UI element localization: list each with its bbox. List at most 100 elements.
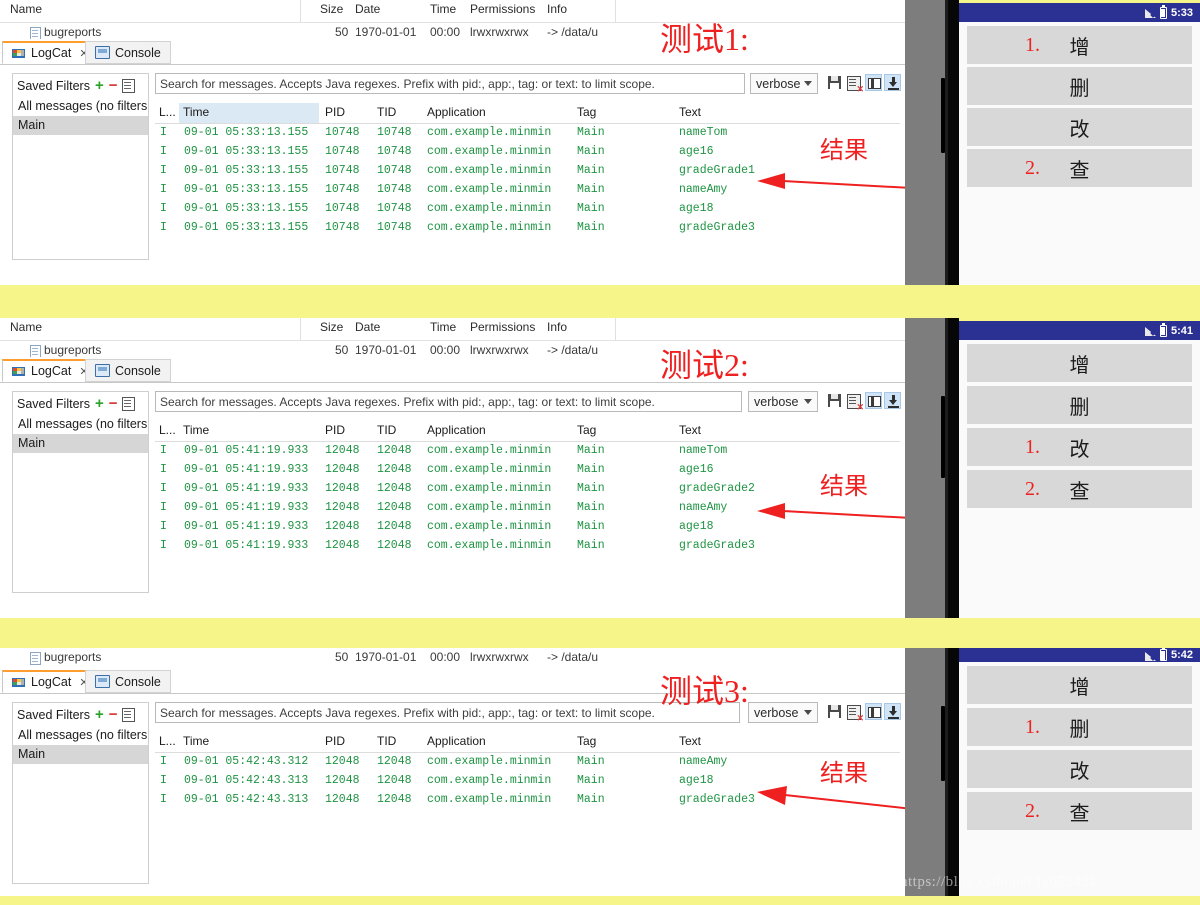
log-row[interactable]: I 09-01 05:33:13.155 10748 10748 com.exa… [155,200,900,219]
filter-item-all[interactable]: All messages (no filters [13,726,148,745]
log-app: com.example.minmin [427,539,552,552]
phone-button-query[interactable]: 2. 查 [967,792,1192,830]
phone-button-delete[interactable]: 1. 删 [967,708,1192,746]
log-row[interactable]: I 09-01 05:42:43.312 12048 12048 com.exa… [155,753,900,772]
saved-filters-pane-1: Saved Filters + − All messages (no filte… [12,73,149,260]
phone-button-add[interactable]: 1. 增 [967,26,1192,64]
phone-button-update[interactable]: 改 [967,750,1192,788]
phone-button-delete[interactable]: 删 [967,67,1192,105]
log-row[interactable]: I 09-01 05:41:19.933 12048 12048 com.exa… [155,537,900,556]
col-pid[interactable]: PID [325,734,345,748]
clear-log-button[interactable] [845,392,864,413]
search-input[interactable]: Search for messages. Accepts Java regexe… [155,391,742,412]
saved-filters-title: Saved Filters [17,396,90,411]
clear-log-button[interactable] [845,703,864,724]
col-level[interactable]: L... [159,105,176,119]
search-input[interactable]: Search for messages. Accepts Java regexe… [155,702,740,723]
scroll-lock-button[interactable] [884,74,901,91]
col-time[interactable]: Time [183,105,209,119]
tab-console-label: Console [115,45,161,60]
log-row[interactable]: I 09-01 05:33:13.155 10748 10748 com.exa… [155,143,900,162]
tab-console[interactable]: Console [85,670,171,693]
phone-button-update[interactable]: 改 [967,108,1192,146]
col-tag[interactable]: Tag [577,423,596,437]
filter-item-all[interactable]: All messages (no filters [13,415,148,434]
annotation-test-title-1: 测试1: [660,21,749,57]
col-tag[interactable]: Tag [577,734,596,748]
col-text[interactable]: Text [679,734,701,748]
edit-filter-icon[interactable] [122,78,136,93]
phone-bezel-1 [947,0,959,285]
col-time[interactable]: Time [183,734,209,748]
col-tid[interactable]: TID [377,423,396,437]
col-level[interactable]: L... [159,423,176,437]
tab-console[interactable]: Console [85,41,171,64]
col-pid[interactable]: PID [325,105,345,119]
add-filter-icon[interactable]: + [95,78,104,93]
log-row[interactable]: I 09-01 05:33:13.155 10748 10748 com.exa… [155,124,900,143]
log-row[interactable]: I 09-01 05:41:19.933 12048 12048 com.exa… [155,461,900,480]
filter-item-all[interactable]: All messages (no filters [13,97,148,116]
log-level-select[interactable]: verbose [748,391,818,412]
phone-button-query[interactable]: 2. 查 [967,149,1192,187]
add-filter-icon[interactable]: + [95,707,104,722]
log-level-select[interactable]: verbose [748,702,818,723]
phone-button-query[interactable]: 2. 查 [967,470,1192,508]
log-app: com.example.minmin [427,183,552,196]
display-saved-filters-button[interactable] [865,74,882,91]
col-text[interactable]: Text [679,105,701,119]
save-log-button[interactable] [826,74,843,91]
col-tag[interactable]: Tag [577,105,596,119]
phone-button-step-number: 1. [1025,435,1040,458]
phone-button-add[interactable]: 增 [967,666,1192,704]
edit-filter-icon[interactable] [122,707,136,722]
filter-item-main[interactable]: Main [13,434,148,453]
volume-button-1[interactable] [941,78,945,153]
remove-filter-icon[interactable]: − [109,707,118,722]
col-level[interactable]: L... [159,734,176,748]
col-app[interactable]: Application [427,105,486,119]
col-text[interactable]: Text [679,423,701,437]
log-row[interactable]: I 09-01 05:41:19.933 12048 12048 com.exa… [155,442,900,461]
log-row[interactable]: I 09-01 05:41:19.933 12048 12048 com.exa… [155,480,900,499]
scroll-lock-button[interactable] [884,703,901,720]
save-log-button[interactable] [826,392,843,409]
volume-button-2[interactable] [941,396,945,478]
remove-filter-icon[interactable]: − [109,396,118,411]
scroll-lock-button[interactable] [884,392,901,409]
display-saved-filters-button[interactable] [865,703,882,720]
tab-console[interactable]: Console [85,359,171,382]
status-bar-time: 5:33 [1170,6,1193,19]
saved-filters-pane-3: Saved Filters + − All messages (no filte… [12,702,149,884]
col-info: Info [547,2,568,16]
file-explorer-row-3[interactable]: bugreports 50 1970-01-01 00:00 lrwxrwxrw… [0,648,905,666]
log-tag: Main [577,539,605,552]
log-level-select[interactable]: verbose [750,73,818,94]
phone-button-delete[interactable]: 删 [967,386,1192,424]
search-input[interactable]: Search for messages. Accepts Java regexe… [155,73,745,94]
save-log-button[interactable] [826,703,843,720]
clear-log-button[interactable] [845,74,864,95]
remove-filter-icon[interactable]: − [109,78,118,93]
col-app[interactable]: Application [427,734,486,748]
col-pid[interactable]: PID [325,423,345,437]
phone-button-add[interactable]: 增 [967,344,1192,382]
filter-item-main[interactable]: Main [13,745,148,764]
col-time[interactable]: Time [183,423,209,437]
log-tid: 10748 [377,183,412,196]
log-tid: 12048 [377,520,412,533]
edit-filter-icon[interactable] [122,396,136,411]
tab-logcat-label: LogCat [31,675,72,689]
volume-button-3[interactable] [941,706,945,781]
add-filter-icon[interactable]: + [95,396,104,411]
display-saved-filters-button[interactable] [865,392,882,409]
log-text: nameAmy [679,755,728,768]
log-row[interactable]: I 09-01 05:33:13.155 10748 10748 com.exa… [155,219,900,238]
file-size: 50 [335,343,349,357]
filter-item-main[interactable]: Main [13,116,148,135]
phone-button-update[interactable]: 1. 改 [967,428,1192,466]
col-tid[interactable]: TID [377,734,396,748]
col-tid[interactable]: TID [377,105,396,119]
log-tid: 12048 [377,444,412,457]
col-app[interactable]: Application [427,423,486,437]
